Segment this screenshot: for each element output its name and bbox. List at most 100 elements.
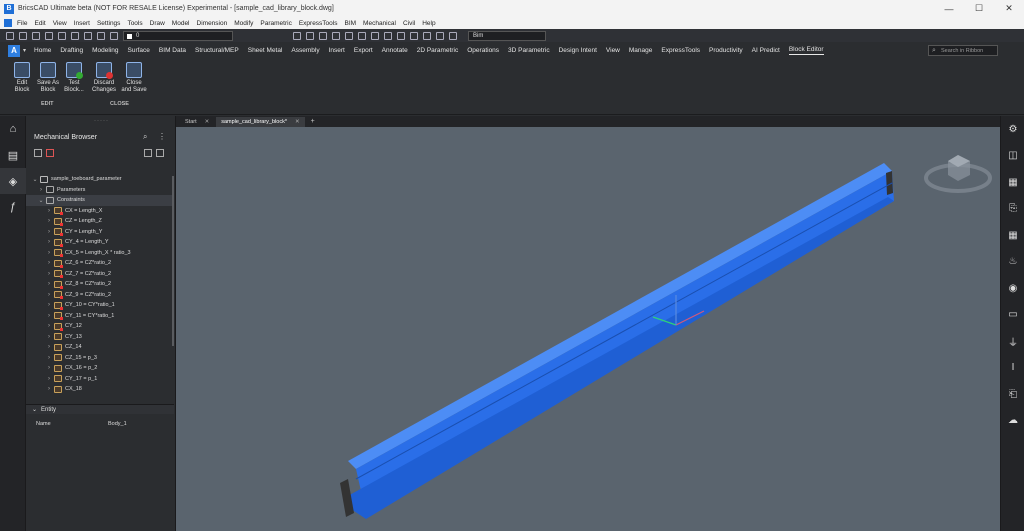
tree-item[interactable]: › CX_18 [26, 384, 173, 395]
chevron-right-icon[interactable]: › [46, 218, 52, 224]
panel-search-icon[interactable]: ⌕ [143, 132, 147, 142]
tree-item[interactable]: › CZ_6 = CZ*ratio_2 [26, 258, 173, 269]
layout-icon[interactable] [423, 31, 431, 40]
lights-panel-icon[interactable]: ♨ [1001, 249, 1024, 276]
chevron-right-icon[interactable]: › [46, 302, 52, 308]
layer-state-icon[interactable] [110, 31, 118, 40]
application-menu-button[interactable]: A [8, 44, 20, 57]
chevron-right-icon[interactable]: › [46, 365, 52, 371]
tab-modeling[interactable]: Modeling [92, 47, 118, 54]
panel-more-icon[interactable]: ⋮ [158, 132, 166, 141]
chevron-right-icon[interactable]: › [46, 344, 52, 350]
tree-constraints[interactable]: ⌄ Constraints [26, 195, 173, 206]
render-icon[interactable] [384, 31, 392, 40]
display-mode-icon[interactable] [156, 149, 164, 157]
model-canvas[interactable] [176, 127, 1000, 531]
chevron-right-icon[interactable]: › [46, 334, 52, 340]
chevron-right-icon[interactable]: › [46, 313, 52, 319]
menu-model[interactable]: Model [172, 20, 190, 27]
drawing-viewport[interactable] [176, 127, 1000, 531]
properties-panel-icon[interactable]: ⚙ [1001, 116, 1024, 143]
tab-operations[interactable]: Operations [467, 47, 499, 54]
tree-item[interactable]: › CZ_14 [26, 342, 173, 353]
tab-insert[interactable]: Insert [329, 47, 345, 54]
chevron-right-icon[interactable]: › [46, 386, 52, 392]
save-as-icon[interactable] [45, 31, 53, 40]
tree-parameters[interactable]: › Parameters [26, 185, 173, 196]
tree-item[interactable]: › CY_10 = CY*ratio_1 [26, 300, 173, 311]
menu-parametric[interactable]: Parametric [260, 20, 291, 27]
chevron-right-icon[interactable]: › [46, 355, 52, 361]
chevron-right-icon[interactable]: › [46, 260, 52, 266]
menu-expresstools[interactable]: ExpressTools [299, 20, 338, 27]
ribbon-search-input[interactable]: ⌕ Search in Ribbon [928, 45, 998, 56]
tab-2d-parametric[interactable]: 2D Parametric [417, 47, 459, 54]
test-block-button[interactable]: Test Block... [60, 62, 88, 94]
menu-file[interactable]: File [17, 20, 27, 27]
tab-design-intent[interactable]: Design Intent [559, 47, 597, 54]
tab-view[interactable]: View [606, 47, 620, 54]
tree-item[interactable]: › CX_16 = p_2 [26, 363, 173, 374]
undo-icon[interactable] [71, 31, 79, 40]
tab-productivity[interactable]: Productivity [709, 47, 743, 54]
tree-root[interactable]: ⌄ sample_toeboard_parameter [26, 174, 173, 185]
menu-mechanical[interactable]: Mechanical [363, 20, 396, 27]
tab-structural-mep[interactable]: Structural/MEP [195, 47, 239, 54]
color-icon[interactable] [306, 31, 314, 40]
tree-item[interactable]: › CY_13 [26, 332, 173, 343]
panel-icon[interactable] [436, 31, 444, 40]
home-icon[interactable]: ⌂ [0, 116, 26, 142]
tree-item[interactable]: › CZ_7 = CZ*ratio_2 [26, 269, 173, 280]
visual-style-icon[interactable] [358, 31, 366, 40]
sort-icon[interactable] [144, 149, 152, 157]
redo-icon[interactable] [84, 31, 92, 40]
view-cube-icon[interactable] [345, 31, 353, 40]
beam-panel-icon[interactable]: I [1001, 355, 1024, 382]
chevron-down-icon[interactable]: ⌄ [32, 406, 37, 413]
chevron-right-icon[interactable]: › [46, 281, 52, 287]
close-and-save-button[interactable]: Close and Save [120, 62, 148, 94]
tree-item[interactable]: › CZ_15 = p_3 [26, 353, 173, 364]
cloud-panel-icon[interactable]: ☁ [1001, 408, 1024, 435]
table-panel-icon[interactable]: ▦ [1001, 222, 1024, 249]
tab-block-editor[interactable]: Block Editor [788, 46, 824, 55]
tree-item[interactable]: › CZ_9 = CZ*ratio_2 [26, 290, 173, 301]
linetype-icon[interactable] [319, 31, 327, 40]
plug-panel-icon[interactable]: ⏚ [1001, 328, 1024, 355]
close-window-button[interactable]: ✕ [994, 0, 1024, 17]
entity-section-header[interactable]: ⌄ Entity [26, 404, 174, 414]
tree-item[interactable]: › CZ = Length_Z [26, 216, 173, 227]
filter-icon[interactable] [46, 149, 54, 157]
layers-panel-icon[interactable]: ◫ [1001, 143, 1024, 170]
tab-sheet-metal[interactable]: Sheet Metal [248, 47, 283, 54]
library-panel-icon[interactable]: ▦ [1001, 169, 1024, 196]
tree-item[interactable]: › CX_5 = Length_X * ratio_3 [26, 248, 173, 259]
chevron-right-icon[interactable]: › [46, 250, 52, 256]
tab-expresstools[interactable]: ExpressTools [661, 47, 700, 54]
chevron-right-icon[interactable]: › [38, 187, 44, 193]
tab-annotate[interactable]: Annotate [382, 47, 408, 54]
tree-scrollbar[interactable] [172, 176, 174, 346]
tree-item[interactable]: › CY_17 = p_1 [26, 374, 173, 385]
table-icon[interactable] [410, 31, 418, 40]
tree-item[interactable]: › CY_11 = CY*ratio_1 [26, 311, 173, 322]
clipboard-panel-icon[interactable]: ⎗ [1001, 381, 1024, 408]
chevron-right-icon[interactable]: › [46, 376, 52, 382]
properties-icon[interactable] [293, 31, 301, 40]
view-cube-icon[interactable] [924, 155, 992, 193]
menu-dimension[interactable]: Dimension [197, 20, 228, 27]
tab-active-drawing[interactable]: sample_cad_library_block* ✕ [216, 117, 305, 127]
menu-tools[interactable]: Tools [127, 20, 142, 27]
tab-start[interactable]: Start ✕ [180, 117, 214, 127]
expand-tree-icon[interactable] [34, 149, 42, 157]
sphere-icon[interactable] [371, 31, 379, 40]
menu-draw[interactable]: Draw [150, 20, 165, 27]
tab-home[interactable]: Home [34, 47, 51, 54]
edit-block-button[interactable]: Edit Block [8, 62, 36, 94]
new-tab-button[interactable]: + [311, 117, 315, 127]
beam-top-face[interactable] [348, 163, 892, 469]
chevron-right-icon[interactable]: › [46, 271, 52, 277]
tab-export[interactable]: Export [354, 47, 373, 54]
tree-item[interactable]: › CY = Length_Y [26, 227, 173, 238]
workspace-dropdown[interactable]: Bim [468, 30, 546, 41]
